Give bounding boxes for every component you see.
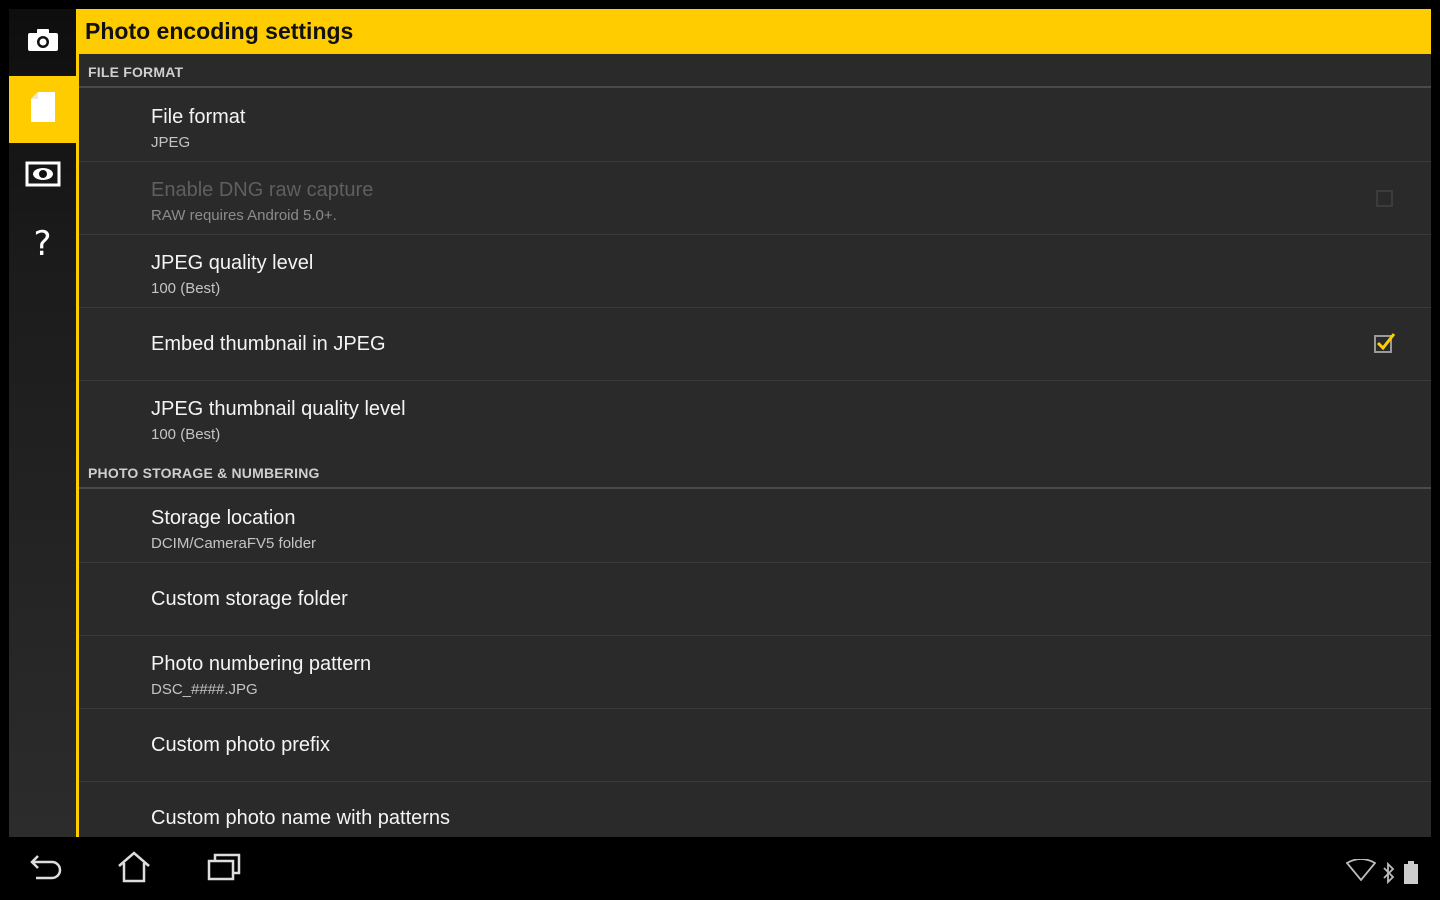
setting-summary: 100 (Best) [151,426,221,443]
section-label: PHOTO STORAGE & NUMBERING [88,465,320,481]
help-icon: ? [33,223,52,264]
rail-item-file[interactable] [9,76,76,143]
section-header-storage: PHOTO STORAGE & NUMBERING [79,455,1431,489]
dng-checkbox[interactable] [1376,190,1393,207]
file-icon [30,91,56,128]
wifi-icon [1345,858,1377,886]
setting-title: Embed thumbnail in JPEG [151,333,386,355]
setting-numbering-pattern[interactable]: Photo numbering pattern DSC_####.JPG [79,637,1431,709]
setting-embed-thumbnail[interactable]: Embed thumbnail in JPEG [79,309,1431,381]
setting-title: Custom photo name with patterns [151,807,451,829]
app-window: ? Photo encoding settings FILE FORMAT Fi… [0,0,1440,837]
back-icon [28,852,64,887]
eye-icon [25,161,61,192]
setting-enable-dng[interactable]: Enable DNG raw capture RAW requires Andr… [79,163,1431,235]
setting-title: Photo numbering pattern [151,653,372,675]
embed-thumbnail-checkbox[interactable] [1374,333,1396,353]
setting-summary: DCIM/CameraFV5 folder [151,535,317,552]
setting-jpeg-quality[interactable]: JPEG quality level 100 (Best) [79,236,1431,308]
rail-item-view[interactable] [9,143,76,210]
settings-panel: Photo encoding settings FILE FORMAT File… [79,9,1431,837]
setting-title: JPEG quality level [151,252,314,274]
home-button[interactable] [114,850,154,889]
setting-title: Enable DNG raw capture [151,179,374,201]
recent-apps-icon [206,852,242,887]
setting-custom-storage-folder[interactable]: Custom storage folder [79,564,1431,636]
section-label: FILE FORMAT [88,64,184,80]
recent-apps-button[interactable] [204,851,244,887]
side-rail: ? [9,9,76,837]
setting-custom-prefix[interactable]: Custom photo prefix [79,710,1431,782]
system-nav-bar [0,837,1440,900]
setting-title: JPEG thumbnail quality level [151,398,406,420]
setting-thumbnail-quality[interactable]: JPEG thumbnail quality level 100 (Best) [79,382,1431,454]
title-bar: Photo encoding settings [79,9,1431,54]
setting-title: Storage location [151,507,296,529]
rail-item-help[interactable]: ? [9,210,76,277]
back-button[interactable] [26,851,66,887]
home-icon [116,850,152,889]
page-title: Photo encoding settings [85,18,354,44]
setting-title: Custom photo prefix [151,734,330,756]
setting-storage-location[interactable]: Storage location DCIM/CameraFV5 folder [79,491,1431,563]
setting-summary: DSC_####.JPG [151,681,258,698]
rail-item-camera[interactable] [9,9,76,76]
setting-title: Custom storage folder [151,588,348,610]
setting-custom-name[interactable]: Custom photo name with patterns [79,783,1431,837]
setting-summary: JPEG [151,134,191,151]
setting-file-format[interactable]: File format JPEG [79,90,1431,162]
camera-icon [27,28,59,57]
setting-summary: RAW requires Android 5.0+. [151,207,337,224]
battery-icon [1403,861,1419,890]
setting-summary: 100 (Best) [151,280,221,297]
setting-title: File format [151,106,246,128]
section-header-file-format: FILE FORMAT [79,54,1431,88]
bluetooth-icon [1381,861,1397,889]
